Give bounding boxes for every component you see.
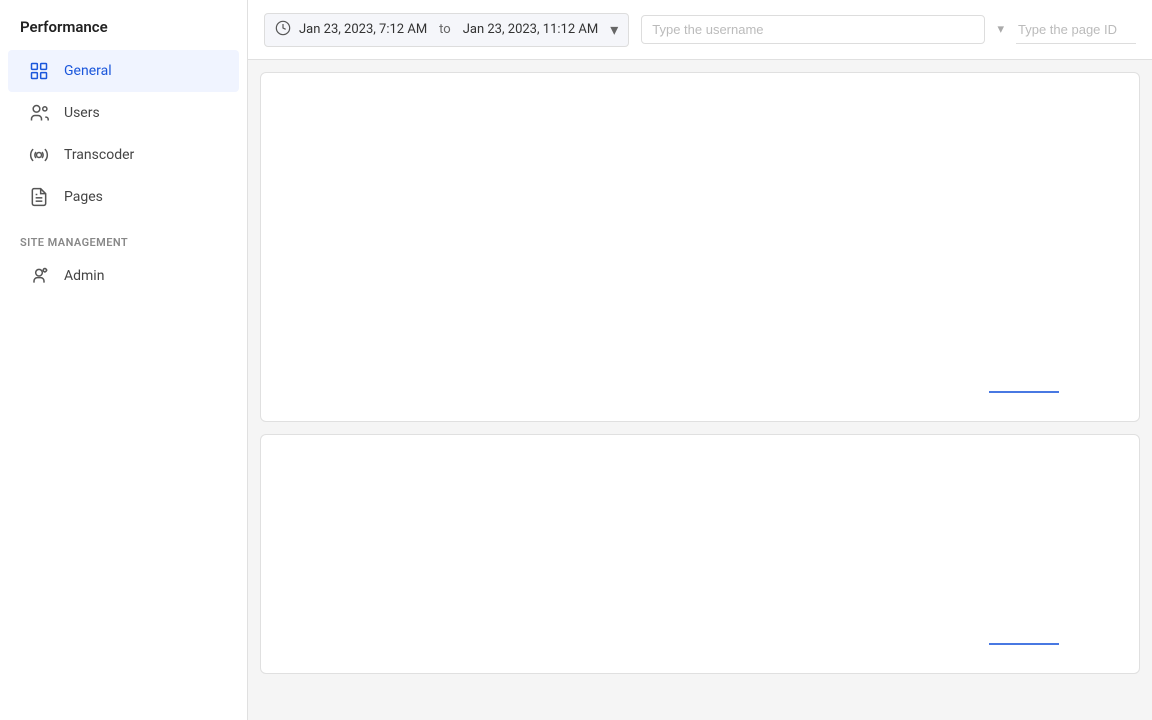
sidebar-item-transcoder-label: Transcoder bbox=[64, 147, 134, 163]
site-management-label: Site management bbox=[0, 218, 247, 255]
sidebar-item-general-label: General bbox=[64, 63, 112, 79]
chart-card-bottom bbox=[260, 434, 1140, 674]
chart-line-bottom bbox=[989, 643, 1059, 645]
toolbar: Jan 23, 2023, 7:12 AM to Jan 23, 2023, 1… bbox=[248, 0, 1152, 60]
sidebar-item-general[interactable]: General bbox=[8, 50, 239, 92]
sidebar-item-admin-label: Admin bbox=[64, 268, 104, 284]
page-dropdown-arrow: ▾ bbox=[997, 22, 1004, 37]
users-icon bbox=[28, 102, 50, 124]
clock-icon bbox=[275, 20, 291, 40]
sidebar-item-transcoder[interactable]: Transcoder bbox=[8, 134, 239, 176]
chart-icon bbox=[28, 60, 50, 82]
date-range-picker[interactable]: Jan 23, 2023, 7:12 AM to Jan 23, 2023, 1… bbox=[264, 13, 629, 47]
transcoder-icon bbox=[28, 144, 50, 166]
main-content: Jan 23, 2023, 7:12 AM to Jan 23, 2023, 1… bbox=[248, 0, 1152, 720]
sidebar-item-pages-label: Pages bbox=[64, 189, 103, 205]
chevron-down-icon: ▾ bbox=[610, 20, 618, 39]
chart-line-top bbox=[989, 391, 1059, 393]
sidebar: Performance General Users bbox=[0, 0, 248, 720]
date-from: Jan 23, 2023, 7:12 AM bbox=[299, 22, 427, 37]
date-to: Jan 23, 2023, 11:12 AM bbox=[463, 22, 598, 37]
sidebar-item-users[interactable]: Users bbox=[8, 92, 239, 134]
admin-icon bbox=[28, 265, 50, 287]
sidebar-item-pages[interactable]: Pages bbox=[8, 176, 239, 218]
chart-card-top bbox=[260, 72, 1140, 422]
username-input[interactable] bbox=[641, 15, 985, 44]
sidebar-title: Performance bbox=[0, 12, 247, 50]
content-area bbox=[248, 60, 1152, 720]
sidebar-item-users-label: Users bbox=[64, 105, 100, 121]
date-separator: to bbox=[439, 22, 451, 37]
page-id-input[interactable] bbox=[1016, 16, 1136, 44]
pages-icon bbox=[28, 186, 50, 208]
sidebar-item-admin[interactable]: Admin bbox=[8, 255, 239, 297]
